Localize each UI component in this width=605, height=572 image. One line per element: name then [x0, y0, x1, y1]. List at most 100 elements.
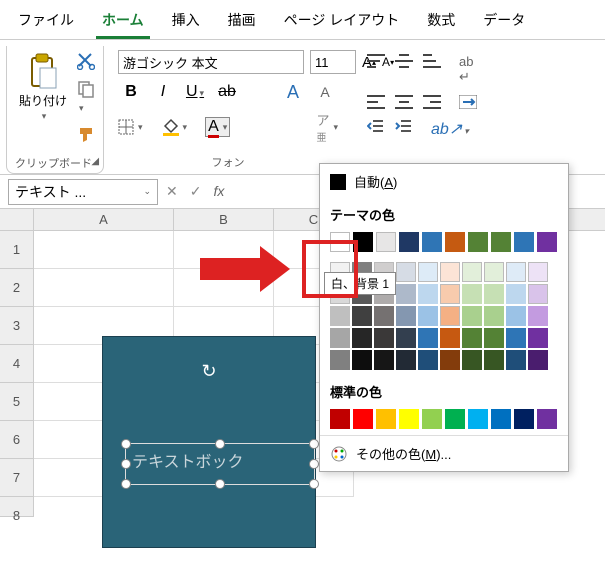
color-swatch[interactable] [376, 409, 396, 429]
align-bottom-button[interactable] [423, 54, 441, 68]
color-swatch[interactable] [484, 262, 504, 282]
confirm-edit-button[interactable]: ✓ [190, 183, 202, 200]
color-swatch[interactable] [506, 262, 526, 282]
color-swatch[interactable] [399, 409, 419, 429]
column-header[interactable]: A [34, 209, 174, 230]
format-painter-button[interactable] [77, 126, 95, 144]
color-swatch[interactable] [528, 328, 548, 348]
tab-insert[interactable]: 挿入 [166, 6, 206, 39]
color-swatch[interactable] [422, 409, 442, 429]
orientation-button[interactable]: ab↗▾ [431, 119, 469, 139]
color-swatch[interactable] [462, 328, 482, 348]
font-color-button[interactable]: A ▾ [205, 117, 230, 137]
color-swatch[interactable] [353, 232, 373, 252]
resize-handle[interactable] [121, 459, 131, 469]
align-right-button[interactable] [423, 95, 441, 109]
color-swatch[interactable] [506, 350, 526, 370]
increase-indent-button[interactable] [395, 119, 413, 139]
rotate-handle-icon[interactable]: ↻ [201, 361, 216, 382]
color-swatch[interactable] [528, 284, 548, 304]
border-button[interactable]: ▾ [118, 119, 143, 135]
column-header[interactable]: B [174, 209, 274, 230]
insert-function-button[interactable]: fx [213, 183, 224, 200]
color-swatch[interactable] [537, 409, 557, 429]
color-swatch[interactable] [418, 284, 438, 304]
row-header[interactable]: 7 [0, 459, 33, 497]
align-left-button[interactable] [367, 95, 385, 109]
color-swatch[interactable] [374, 328, 394, 348]
color-swatch[interactable] [506, 284, 526, 304]
color-swatch[interactable] [418, 306, 438, 326]
select-all-corner[interactable] [0, 209, 34, 230]
color-swatch[interactable] [330, 409, 350, 429]
italic-button[interactable]: I [150, 80, 176, 104]
color-swatch[interactable] [506, 306, 526, 326]
color-swatch[interactable] [418, 350, 438, 370]
color-swatch[interactable] [396, 328, 416, 348]
tab-home[interactable]: ホーム [96, 6, 150, 39]
color-swatch[interactable] [528, 262, 548, 282]
tab-page-layout[interactable]: ページ レイアウト [278, 6, 406, 39]
phonetic-button[interactable]: ア亜 ▾ [316, 110, 338, 144]
resize-handle[interactable] [309, 459, 319, 469]
color-swatch[interactable] [445, 232, 465, 252]
color-swatch[interactable] [440, 262, 460, 282]
row-header[interactable]: 8 [0, 497, 33, 517]
row-header[interactable]: 6 [0, 421, 33, 459]
align-top-button[interactable] [367, 54, 385, 68]
row-header[interactable]: 1 [0, 231, 33, 269]
color-swatch[interactable] [462, 262, 482, 282]
color-swatch[interactable] [396, 350, 416, 370]
color-swatch[interactable] [330, 350, 350, 370]
color-swatch[interactable] [352, 350, 372, 370]
tab-draw[interactable]: 描画 [222, 6, 262, 39]
color-swatch[interactable] [374, 350, 394, 370]
resize-handle[interactable] [309, 479, 319, 489]
color-swatch[interactable] [440, 328, 460, 348]
row-header[interactable]: 2 [0, 269, 33, 307]
more-colors-item[interactable]: その他の色(M)... [320, 436, 568, 471]
name-box[interactable]: テキスト ... ⌄ [8, 179, 158, 205]
color-swatch[interactable] [491, 409, 511, 429]
color-swatch[interactable] [330, 306, 350, 326]
automatic-color-item[interactable]: 自動(A) [320, 164, 568, 199]
font-name-select[interactable] [118, 50, 304, 74]
rectangle-shape[interactable]: ↻ テキストボック [102, 336, 316, 548]
color-swatch[interactable] [418, 328, 438, 348]
color-swatch[interactable] [440, 350, 460, 370]
color-swatch[interactable] [528, 350, 548, 370]
cancel-edit-button[interactable]: ✕ [166, 183, 178, 200]
tab-file[interactable]: ファイル [12, 6, 80, 39]
color-swatch[interactable] [484, 284, 504, 304]
color-swatch[interactable] [330, 328, 350, 348]
color-swatch[interactable] [374, 306, 394, 326]
decrease-indent-button[interactable] [367, 119, 385, 139]
underline-button[interactable]: U▾ [182, 80, 208, 104]
tab-data[interactable]: データ [477, 6, 531, 39]
resize-handle[interactable] [309, 439, 319, 449]
color-swatch[interactable] [440, 306, 460, 326]
tab-formulas[interactable]: 数式 [421, 6, 461, 39]
paste-button[interactable]: 貼り付け ▾ [15, 50, 71, 124]
strikethrough-button[interactable]: ab [214, 80, 240, 104]
color-swatch[interactable] [445, 409, 465, 429]
color-swatch[interactable] [440, 284, 460, 304]
row-header[interactable]: 5 [0, 383, 33, 421]
color-swatch[interactable] [537, 232, 557, 252]
align-center-button[interactable] [395, 95, 413, 109]
font-size-select[interactable] [310, 50, 356, 74]
color-swatch[interactable] [484, 328, 504, 348]
color-swatch[interactable] [514, 232, 534, 252]
color-swatch[interactable] [514, 409, 534, 429]
font-a1-button[interactable]: A [280, 80, 306, 104]
color-swatch[interactable] [484, 306, 504, 326]
color-swatch[interactable] [352, 328, 372, 348]
color-swatch[interactable] [528, 306, 548, 326]
color-swatch[interactable] [352, 306, 372, 326]
copy-button[interactable]: ▾ [77, 80, 95, 116]
color-swatch[interactable] [399, 232, 419, 252]
color-swatch[interactable] [396, 306, 416, 326]
color-swatch[interactable] [462, 350, 482, 370]
row-header[interactable]: 4 [0, 345, 33, 383]
color-swatch[interactable] [468, 232, 488, 252]
